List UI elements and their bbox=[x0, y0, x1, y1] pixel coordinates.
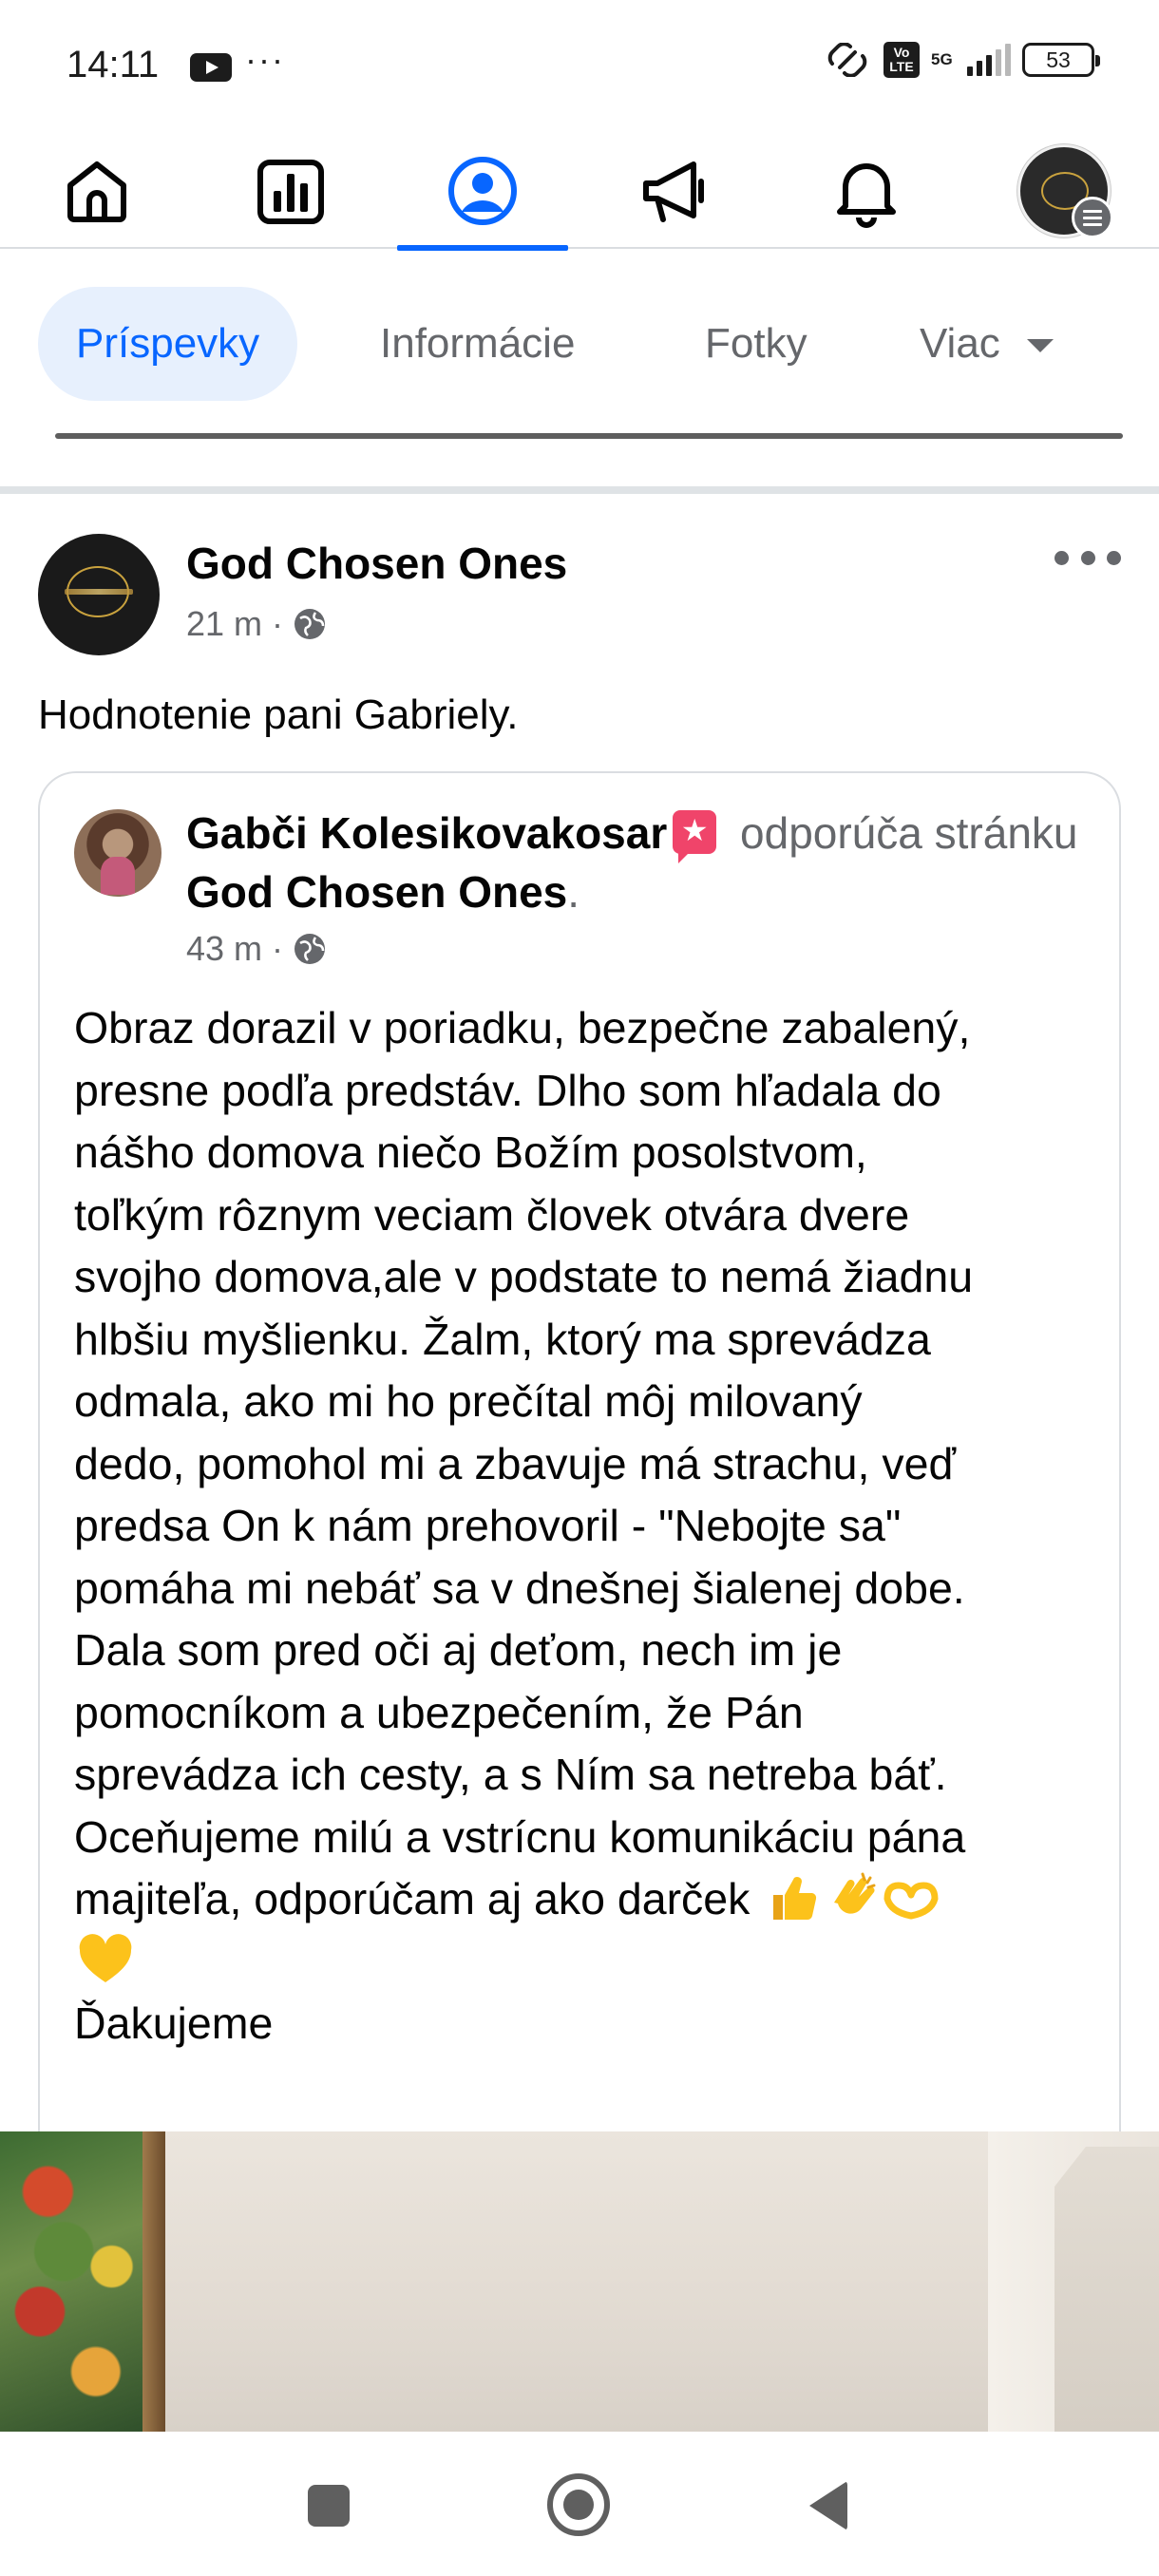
more-notifications-icon: ··· bbox=[245, 40, 285, 79]
painting-frame bbox=[142, 2131, 165, 2432]
status-icons: Vo LTE 5G 53 bbox=[823, 42, 1100, 78]
previous-post-edge bbox=[55, 433, 1123, 439]
review-text: Obraz dorazil v poriadku, bezpečne zabal… bbox=[74, 997, 1104, 2055]
meta-separator: · bbox=[272, 604, 284, 643]
nav-home[interactable] bbox=[11, 133, 182, 249]
review-closing: Ďakujeme bbox=[74, 1998, 274, 2048]
globe-icon bbox=[294, 934, 326, 964]
youtube-notification-icon bbox=[190, 53, 232, 82]
author-avatar[interactable] bbox=[38, 534, 160, 655]
section-divider bbox=[0, 486, 1159, 494]
reviewer-avatar[interactable] bbox=[74, 809, 162, 897]
profile-tabs: Príspevky Informácie Fotky Viac bbox=[0, 251, 1159, 437]
back-button[interactable] bbox=[809, 2481, 847, 2530]
page-prefix: stránku bbox=[934, 808, 1078, 858]
page-avatar bbox=[1017, 144, 1113, 238]
home-button[interactable] bbox=[547, 2473, 610, 2536]
clapping-hands-emoji-icon bbox=[834, 1872, 876, 1914]
home-icon bbox=[67, 161, 126, 222]
signal-icon bbox=[967, 44, 1011, 76]
dashboard-icon bbox=[257, 160, 324, 224]
nav-notifications[interactable] bbox=[781, 133, 952, 249]
status-bar: 14:11 ··· Vo LTE 5G 53 bbox=[0, 0, 1159, 133]
tab-photos[interactable]: Fotky bbox=[667, 287, 846, 401]
more-options-icon[interactable] bbox=[1054, 543, 1121, 572]
post-time[interactable]: 21 m bbox=[186, 604, 262, 644]
profile-icon bbox=[448, 157, 517, 225]
recommended-page-name[interactable]: God Chosen Ones bbox=[186, 867, 567, 917]
post-photo[interactable] bbox=[0, 2131, 1159, 2432]
megaphone-icon bbox=[643, 161, 704, 222]
recommendation-meta: 43 m · bbox=[186, 929, 327, 969]
flower-painting bbox=[0, 2131, 160, 2432]
review-body: Obraz dorazil v poriadku, bezpečne zabal… bbox=[74, 1003, 974, 1923]
tab-posts[interactable]: Príspevky bbox=[38, 287, 298, 401]
bell-icon bbox=[837, 163, 896, 228]
volte-icon: Vo LTE bbox=[884, 42, 920, 78]
network-type: 5G bbox=[931, 50, 953, 68]
reviewer-name[interactable]: Gabči Kolesikovakosar bbox=[186, 808, 667, 858]
logo-text-mark bbox=[65, 589, 133, 595]
heart-hands-emoji-icon bbox=[884, 1882, 939, 1920]
nav-dashboard[interactable] bbox=[205, 133, 376, 249]
caret-down-icon bbox=[1026, 339, 1054, 353]
recommends-text: odporúča bbox=[740, 808, 922, 858]
status-time: 14:11 bbox=[66, 44, 160, 85]
wall-shadow bbox=[1054, 2147, 1159, 2432]
nav-profile[interactable] bbox=[397, 133, 568, 251]
recommendation-header: Gabči Kolesikovakosar odporúča stránku G… bbox=[186, 804, 1098, 921]
globe-icon bbox=[294, 609, 326, 639]
shared-recommendation[interactable]: Gabči Kolesikovakosar odporúča stránku G… bbox=[38, 771, 1121, 2139]
battery-icon: 53 bbox=[1022, 43, 1100, 77]
header-period: . bbox=[567, 867, 580, 917]
tab-more[interactable]: Viac bbox=[882, 287, 1092, 401]
yellow-heart-emoji-icon bbox=[79, 1933, 132, 1982]
post-caption: Hodnotenie pani Gabriely. bbox=[38, 691, 519, 738]
thumbs-up-emoji-icon bbox=[773, 1877, 817, 1921]
recommendation-time[interactable]: 43 m bbox=[186, 929, 262, 969]
post-author-name[interactable]: God Chosen Ones bbox=[186, 538, 567, 589]
post-meta: 21 m · bbox=[186, 604, 327, 644]
system-navigation-bar bbox=[0, 2432, 1159, 2576]
top-navigation bbox=[0, 133, 1159, 251]
link-icon bbox=[827, 43, 867, 77]
nav-promote[interactable] bbox=[589, 133, 760, 249]
recents-button[interactable] bbox=[308, 2485, 350, 2527]
tab-about[interactable]: Informácie bbox=[342, 287, 613, 401]
tab-more-label: Viac bbox=[920, 320, 1000, 367]
meta-separator: · bbox=[272, 929, 284, 968]
menu-icon bbox=[1072, 197, 1113, 238]
recommend-badge-icon bbox=[673, 810, 717, 863]
nav-page-menu[interactable] bbox=[978, 133, 1150, 249]
